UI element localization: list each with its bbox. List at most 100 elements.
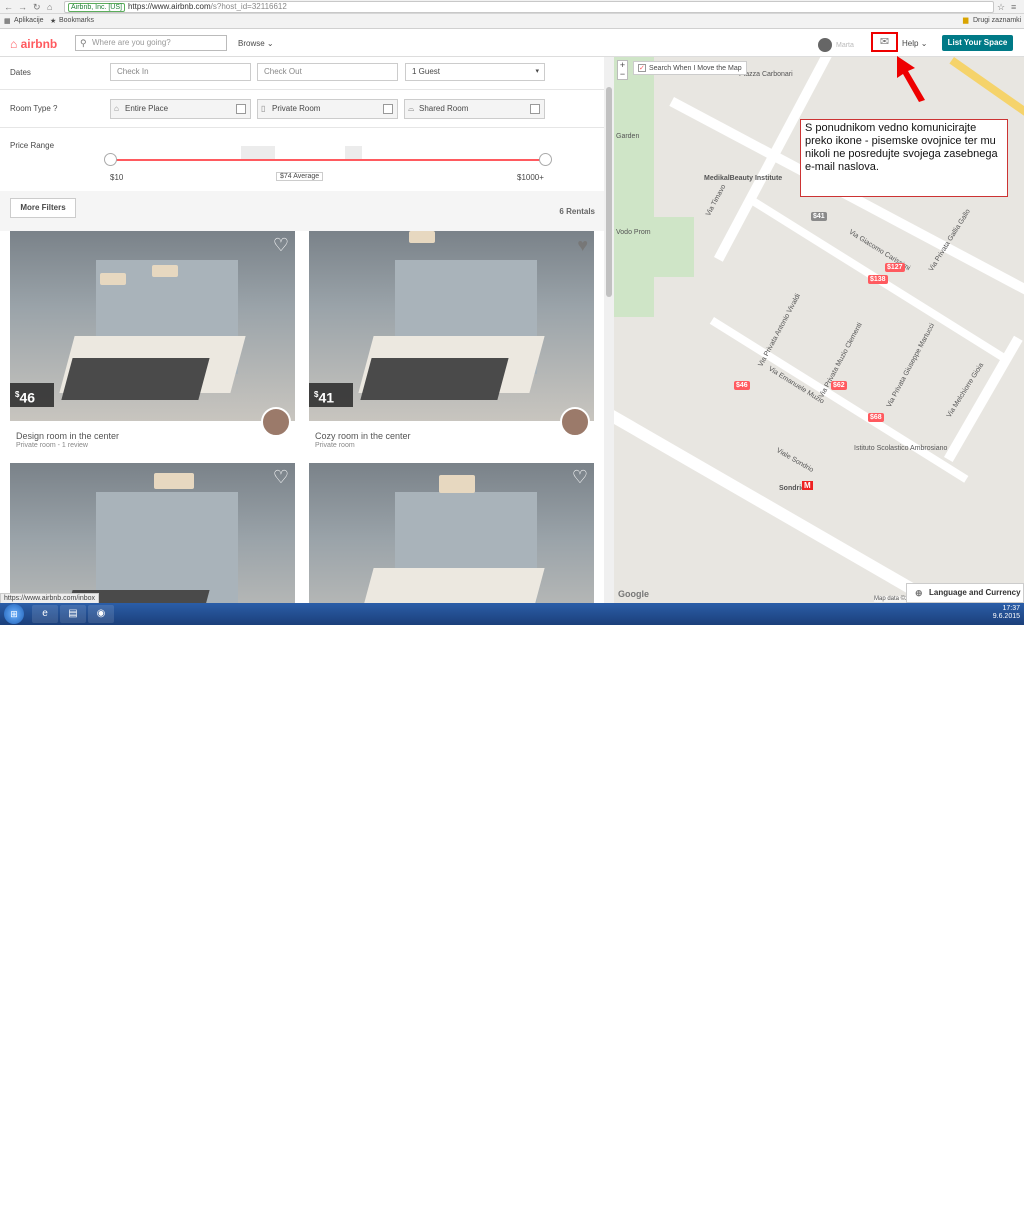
scrollbar[interactable] xyxy=(604,57,614,603)
address-bar[interactable]: Airbnb, Inc. [US] https://www.airbnb.com/… xyxy=(64,1,994,13)
search-when-move-toggle[interactable]: ✓ Search When I Move the Map xyxy=(633,61,747,75)
explorer-icon[interactable]: ▤ xyxy=(60,605,86,623)
heart-icon[interactable]: ♡ xyxy=(273,467,289,488)
user-menu[interactable]: Marta xyxy=(818,38,854,52)
listing-photo[interactable]: ♥ $41 xyxy=(309,231,594,421)
photo-blanket xyxy=(61,358,210,401)
listing-card[interactable]: ♥ $41 Cozy room in the center Private ro… xyxy=(309,231,594,451)
apps-icon[interactable]: ▦ xyxy=(4,17,11,25)
help-menu[interactable]: Help ⌄ xyxy=(902,39,927,48)
listing-photo[interactable]: ♡ $46 xyxy=(10,231,295,421)
listing-title[interactable]: Cozy room in the center xyxy=(315,431,411,441)
system-clock[interactable]: 17:37 9.6.2015 xyxy=(993,605,1020,621)
place-label: Garden xyxy=(616,133,640,140)
entire-place-option[interactable]: ⌂ Entire Place xyxy=(110,99,251,119)
guests-value: 1 Guest xyxy=(412,67,441,76)
map-pin[interactable]: $138 xyxy=(868,275,888,284)
other-bookmarks[interactable]: Drugi zaznamki xyxy=(973,17,1021,24)
chrome-icon[interactable]: ◉ xyxy=(88,605,114,623)
language-indicator[interactable]: SL xyxy=(904,1211,913,1218)
url-base: https://www.airbnb.com xyxy=(127,2,211,11)
dates-label: Dates xyxy=(10,68,31,77)
map-park xyxy=(614,57,654,317)
clock-date: 9.6.2015 xyxy=(992,613,1020,620)
help-circle-icon[interactable]: ? xyxy=(53,104,57,113)
language-currency-label: Language and Currency xyxy=(929,588,1021,597)
listing-photo[interactable]: ♡ xyxy=(309,463,594,603)
search-when-move-label: Search When I Move the Map xyxy=(649,64,742,72)
listing-card[interactable]: ♡ xyxy=(10,463,295,603)
map-pin[interactable]: $127 xyxy=(885,263,905,272)
results-panel: Dates Check In Check Out 1 Guest ▾ Room T… xyxy=(0,57,604,603)
price-slider-track[interactable] xyxy=(110,159,546,161)
dropdown-arrow-icon: ▾ xyxy=(535,68,539,75)
list-your-space-button[interactable]: List Your Space xyxy=(942,35,1013,51)
map-road xyxy=(614,387,1024,603)
divider xyxy=(0,127,604,128)
check-in-field[interactable]: Check In xyxy=(110,63,251,81)
heart-icon[interactable]: ♡ xyxy=(572,467,588,488)
heart-icon[interactable]: ♡ xyxy=(273,235,289,256)
menu-icon[interactable]: ≡ xyxy=(1011,2,1016,12)
photo-lamp xyxy=(152,265,178,277)
bookmark-apps[interactable]: Aplikacije xyxy=(14,17,44,24)
star-icon[interactable]: ☆ xyxy=(997,2,1005,13)
logo-text: airbnb xyxy=(20,37,58,51)
search-when-move-checkbox[interactable]: ✓ xyxy=(638,64,646,72)
price-histogram-bar xyxy=(241,146,275,159)
heart-icon[interactable]: ♥ xyxy=(577,235,588,256)
map-pin[interactable]: $62 xyxy=(831,381,847,390)
couch-icon: ⌓ xyxy=(408,104,415,113)
back-icon[interactable]: ← xyxy=(4,2,13,12)
airbnb-logo[interactable]: ⌂ airbnb xyxy=(10,37,57,51)
listing-card[interactable]: ♡ $46 Design room in the center Private … xyxy=(10,231,295,451)
home-icon[interactable]: ⌂ xyxy=(47,2,52,12)
host-avatar[interactable] xyxy=(261,407,291,437)
host-avatar[interactable] xyxy=(560,407,590,437)
help-label: Help xyxy=(902,39,919,48)
bookmark-bookmarks[interactable]: Bookmarks xyxy=(59,17,94,24)
listing-title[interactable]: Design room in the center xyxy=(16,431,119,441)
search-icon: ⚲ xyxy=(80,38,87,48)
price-value: 41 xyxy=(318,389,335,406)
reload-icon[interactable]: ↻ xyxy=(33,2,41,13)
street-label: Via Privata Giuseppe Martucci xyxy=(885,322,937,409)
listing-photo[interactable]: ♡ xyxy=(10,463,295,603)
forward-icon[interactable]: → xyxy=(18,2,27,12)
entire-place-checkbox[interactable] xyxy=(236,104,246,114)
price-min-handle[interactable] xyxy=(104,153,117,166)
map-road xyxy=(709,317,969,483)
check-out-field[interactable]: Check Out xyxy=(257,63,398,81)
language-currency-button[interactable]: ⊕ Language and Currency xyxy=(906,583,1024,603)
map-pin[interactable]: $68 xyxy=(868,413,884,422)
map-pin[interactable]: $41 xyxy=(811,212,827,221)
search-input[interactable]: ⚲ Where are you going? xyxy=(75,35,227,51)
zoom-out-icon[interactable]: − xyxy=(620,69,625,79)
annotation-arrow-icon xyxy=(897,56,925,102)
shared-room-checkbox[interactable] xyxy=(530,104,540,114)
shared-room-option[interactable]: ⌓ Shared Room xyxy=(404,99,545,119)
private-room-checkbox[interactable] xyxy=(383,104,393,114)
more-filters-button[interactable]: More Filters xyxy=(10,198,76,218)
guests-select[interactable]: 1 Guest ▾ xyxy=(405,63,545,81)
ie-icon[interactable]: e xyxy=(32,605,58,623)
photo-lamp xyxy=(439,475,475,493)
chevron-down-icon: ⌄ xyxy=(920,39,928,48)
zoom-control[interactable]: + − xyxy=(617,60,628,80)
room-type-label-entire: Entire Place xyxy=(125,104,169,113)
map-pin[interactable]: $46 xyxy=(734,381,750,390)
bookmark-star-icon: ★ xyxy=(50,18,57,25)
private-room-option[interactable]: ▯ Private Room xyxy=(257,99,398,119)
photo-lamp xyxy=(409,231,435,243)
windows-icon: ⊞ xyxy=(10,609,18,619)
listing-price: $41 xyxy=(309,383,353,407)
inbox-button[interactable]: ✉ xyxy=(871,32,898,52)
room-type-label-private: Private Room xyxy=(272,104,321,113)
scroll-thumb[interactable] xyxy=(606,87,612,297)
listing-subtitle: Private room xyxy=(315,442,355,449)
browse-menu[interactable]: Browse ⌄ xyxy=(238,39,274,48)
listing-card[interactable]: ♡ xyxy=(309,463,594,603)
price-max-handle[interactable] xyxy=(539,153,552,166)
start-button[interactable]: ⊞ xyxy=(4,604,24,624)
price-min-label: $10 xyxy=(110,173,124,182)
